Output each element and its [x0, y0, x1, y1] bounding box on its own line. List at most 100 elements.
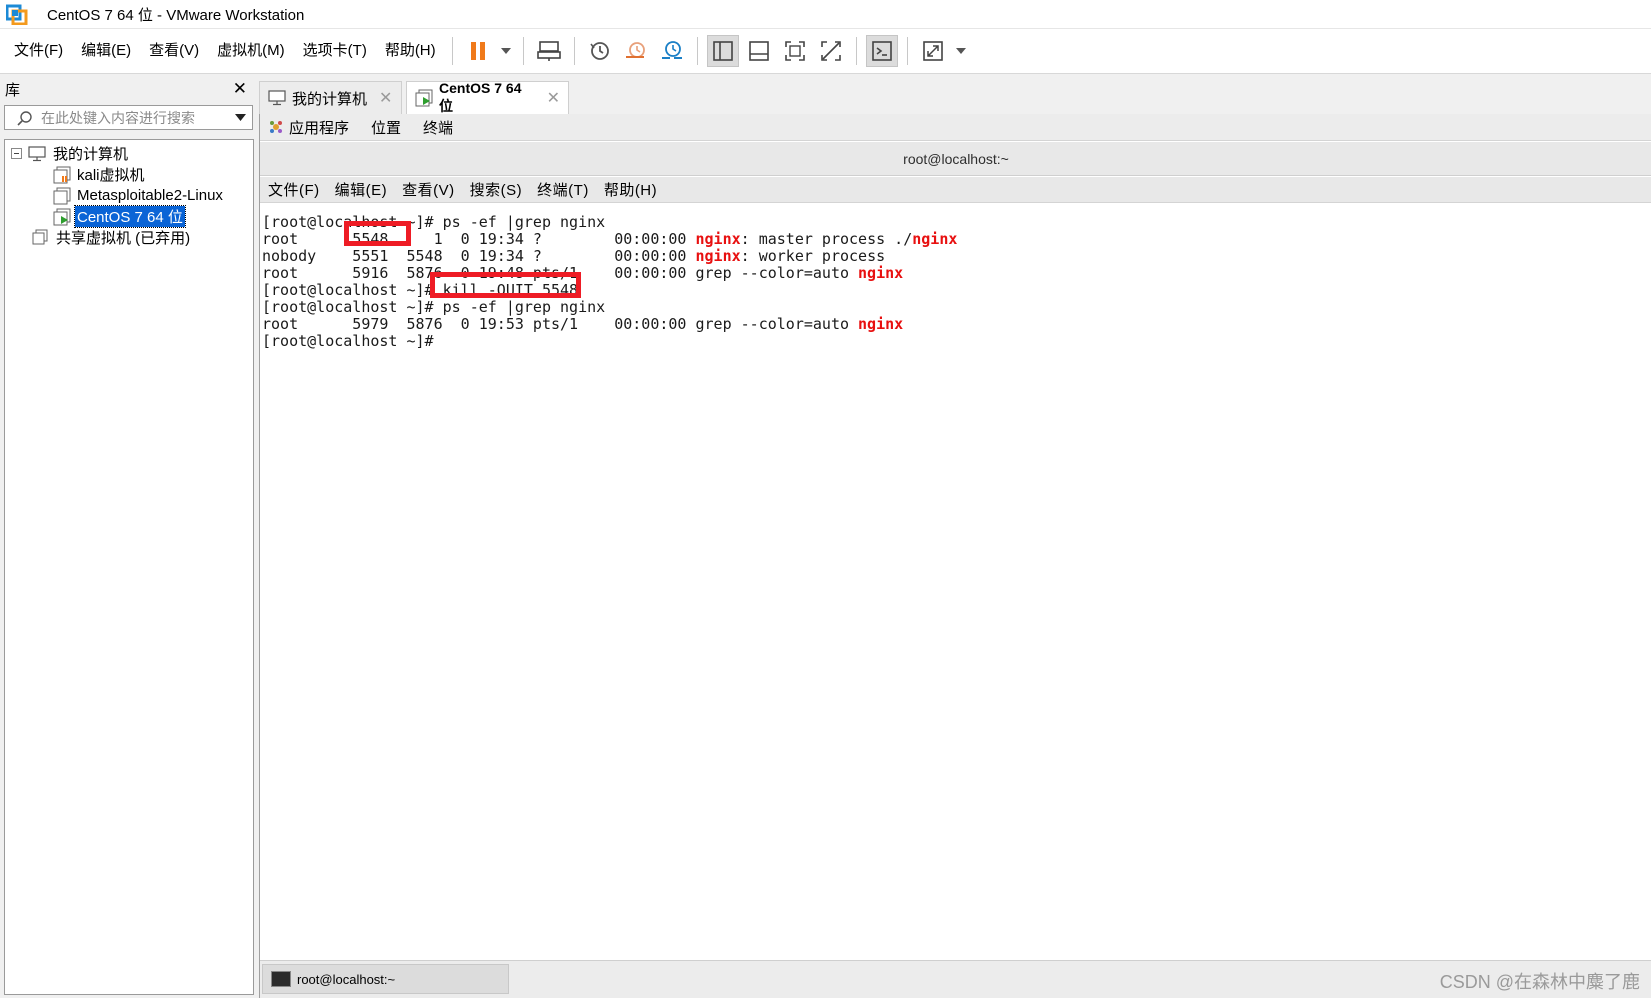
search-placeholder: 在此处键入内容进行搜索 [41, 109, 195, 126]
dropdown-arrow-icon[interactable] [235, 114, 246, 121]
vm-running-icon [53, 208, 71, 226]
snapshot-icon[interactable] [584, 35, 616, 67]
terminal-menu-bar: 文件(F) 编辑(E) 查看(V) 搜索(S) 终端(T) 帮助(H) [260, 177, 1651, 203]
terminal-text: : master process ./ [740, 230, 913, 248]
terminal-text: nobody 5551 5548 0 19:34 ? 00:00:00 [262, 247, 696, 265]
terminal-text: root 5548 1 0 19:34 ? 00:00:00 [262, 230, 696, 248]
highlighted-text: nginx [695, 230, 741, 248]
terminal-line: [root@localhost ~]# [262, 332, 443, 350]
gnome-menu-places[interactable]: 位置 [371, 117, 401, 138]
tree-item-kali[interactable]: kali虚拟机 [53, 164, 147, 185]
tree-item-my-computer[interactable]: 我的计算机 [11, 143, 130, 164]
terminal-text: [root@localhost ~]# ps -ef |grep nginx [262, 298, 606, 316]
terminal-output[interactable]: [root@localhost ~]# root 5979 5876 0 19:… [260, 204, 1651, 960]
send-ctrl-alt-del-icon[interactable] [533, 35, 565, 67]
terminal-line: nobody 5551 5548 0 19:34 ? 00:00:00 ngin… [262, 247, 885, 265]
menu-help[interactable]: 帮助(H) [376, 38, 445, 64]
watermark: CSDN @在森林中麋了鹿 [1439, 972, 1640, 992]
toolbar-separator [522, 37, 524, 65]
dropdown-arrow-icon[interactable] [953, 35, 969, 67]
terminal-menu-help[interactable]: 帮助(H) [604, 179, 657, 200]
terminal-line: root 5979 5876 0 19:53 pts/1 00:00:00 gr… [262, 315, 903, 333]
close-icon[interactable]: ✕ [233, 79, 247, 99]
tree-item-label: kali虚拟机 [77, 167, 145, 184]
vm-display[interactable]: 应用程序 位置 终端 root@localhost:~ 文件(F) 编辑(E) … [259, 114, 1651, 998]
tab-label: 我的计算机 [292, 90, 368, 108]
terminal-menu-file[interactable]: 文件(F) [268, 179, 320, 200]
library-tree: 我的计算机 kali虚拟机 Metasploitable2-Linux Cent… [4, 139, 254, 995]
tree-item-centos[interactable]: CentOS 7 64 位 [53, 205, 186, 228]
menu-vm[interactable]: 虚拟机(M) [208, 38, 294, 64]
tab-centos[interactable]: CentOS 7 64 位 ✕ [406, 80, 569, 114]
computer-icon [28, 145, 46, 162]
gnome-menu-terminal[interactable]: 终端 [423, 117, 453, 138]
terminal-text: [root@localhost ~]# ps -ef |grep nginx [262, 213, 606, 231]
highlighted-text: nginx [912, 230, 958, 248]
taskbar-terminal-item[interactable]: root@localhost:~ [262, 964, 509, 994]
stretch-icon[interactable] [917, 35, 949, 67]
shared-vm-icon [31, 229, 49, 247]
annotation-box [430, 272, 581, 298]
terminal-menu-search[interactable]: 搜索(S) [470, 179, 523, 200]
tree-item-label: 共享虚拟机 (已弃用) [56, 230, 191, 247]
dropdown-arrow-icon[interactable] [498, 35, 514, 67]
library-search-input[interactable]: 在此处键入内容进行搜索 [4, 105, 253, 130]
menu-file[interactable]: 文件(F) [5, 38, 72, 64]
toolbar-separator [573, 37, 575, 65]
thumbnail-bar-icon[interactable] [743, 35, 775, 67]
gnome-apps-icon[interactable] [269, 120, 283, 134]
terminal-menu-terminal[interactable]: 终端(T) [537, 179, 589, 200]
vmware-logo-icon [5, 3, 28, 26]
menu-tabs[interactable]: 选项卡(T) [294, 38, 376, 64]
unity-icon[interactable] [815, 35, 847, 67]
snapshot-manager-icon[interactable] [656, 35, 688, 67]
toolbar-separator [855, 37, 857, 65]
vm-icon [53, 187, 71, 205]
library-view-icon[interactable] [706, 35, 739, 67]
terminal-line: [root@localhost ~]# ps -ef |grep nginx [262, 213, 605, 231]
close-tab-icon[interactable]: ✕ [379, 88, 392, 108]
vmware-window: CentOS 7 64 位 - VMware Workstation 文件(F)… [0, 0, 1651, 998]
search-icon [17, 110, 33, 126]
pause-icon[interactable] [462, 35, 494, 67]
terminal-menu-edit[interactable]: 编辑(E) [335, 179, 388, 200]
annotation-box [344, 221, 411, 246]
menu-edit[interactable]: 编辑(E) [72, 38, 140, 64]
toolbar-separator [906, 37, 908, 65]
terminal-line: [root@localhost ~]# ps -ef |grep nginx [262, 298, 605, 316]
gnome-top-bar: 应用程序 位置 终端 [260, 114, 1651, 141]
tree-item-label: 我的计算机 [53, 146, 129, 163]
fullscreen-icon[interactable] [779, 35, 811, 67]
highlighted-text: nginx [858, 264, 904, 282]
library-header: 库 ✕ [0, 75, 255, 103]
close-tab-icon[interactable]: ✕ [547, 88, 560, 108]
menu-toolbar: 文件(F) 编辑(E) 查看(V) 虚拟机(M) 选项卡(T) 帮助(H) [0, 29, 1651, 74]
vm-taskbar: root@localhost:~ CSDN @在森林中麋了鹿 [260, 960, 1651, 998]
toolbar-separator [451, 37, 453, 65]
title-bar: CentOS 7 64 位 - VMware Workstation [0, 0, 1651, 29]
console-view-icon[interactable] [865, 35, 898, 67]
highlighted-text: nginx [858, 315, 904, 333]
tab-my-computer[interactable]: 我的计算机 ✕ [259, 81, 402, 114]
tree-item-label: Metasploitable2-Linux [77, 187, 223, 204]
terminal-line: root 5916 5876 0 19:48 pts/1 00:00:00 gr… [262, 264, 903, 282]
terminal-title: root@localhost:~ [260, 142, 1651, 176]
terminal-text: : worker process [740, 247, 886, 265]
revert-snapshot-icon[interactable] [620, 35, 652, 67]
taskbar-item-label: root@localhost:~ [297, 971, 396, 987]
tree-item-shared-vms[interactable]: 共享虚拟机 (已弃用) [31, 227, 192, 248]
library-title: 库 [5, 81, 21, 99]
tree-item-metasploitable[interactable]: Metasploitable2-Linux [53, 185, 225, 206]
vm-icon [53, 166, 71, 184]
collapse-icon[interactable] [11, 148, 22, 159]
computer-icon [268, 90, 286, 106]
terminal-text: [root@localhost ~]# [262, 332, 443, 350]
highlighted-text: nginx [695, 247, 741, 265]
window-title: CentOS 7 64 位 - VMware Workstation [47, 6, 305, 24]
vm-running-icon [415, 89, 433, 107]
terminal-icon [271, 971, 291, 987]
menu-view[interactable]: 查看(V) [140, 38, 208, 64]
tab-label: CentOS 7 64 位 [439, 80, 522, 114]
terminal-menu-view[interactable]: 查看(V) [402, 179, 455, 200]
gnome-menu-applications[interactable]: 应用程序 [289, 117, 349, 138]
